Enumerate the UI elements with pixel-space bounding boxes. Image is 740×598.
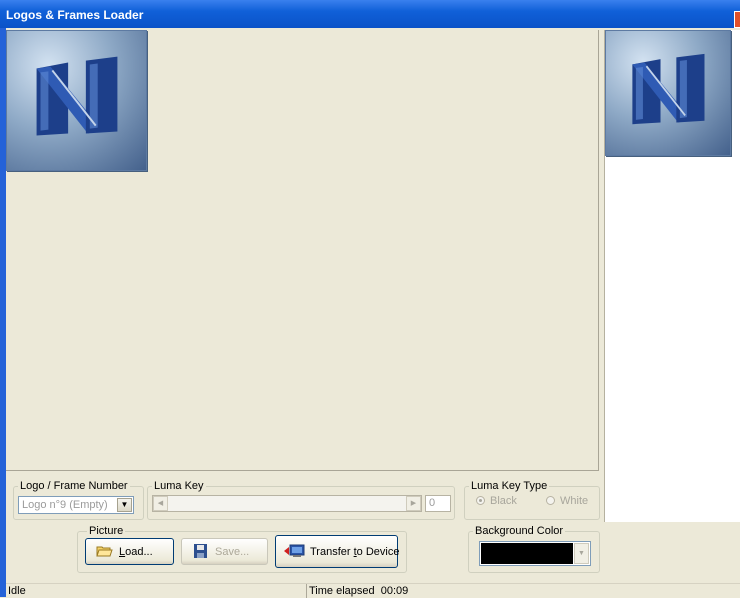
background-color-picker[interactable]: ▼ (479, 541, 591, 566)
background-color-legend: Background Color (475, 525, 564, 537)
logo-canvas (6, 30, 599, 471)
dropdown-arrow-icon[interactable]: ▼ (117, 498, 132, 512)
radio-black[interactable]: Black (476, 495, 517, 507)
save-label: Save... (215, 546, 250, 558)
status-bar: Idle Time elapsed 00:09 (6, 583, 740, 598)
preview-panel (604, 30, 740, 522)
background-color-fill (481, 543, 573, 564)
logo-frame-legend: Logo / Frame Number (20, 480, 128, 492)
status-elapsed: Time elapsed 00:09 (309, 585, 409, 597)
scroll-left-icon[interactable]: ◀ (153, 496, 168, 511)
radio-black-label: Black (490, 495, 517, 507)
radio-white-label: White (560, 495, 589, 507)
close-icon[interactable] (734, 11, 740, 28)
radio-white-dot (546, 496, 555, 505)
logo-frame-select[interactable]: Logo n°9 (Empty) ▼ (18, 496, 134, 514)
radio-black-dot (476, 496, 485, 505)
scroll-right-icon[interactable]: ▶ (406, 496, 421, 511)
picture-legend: Picture (89, 525, 124, 537)
luma-key-legend: Luma Key (154, 480, 204, 492)
luma-key-slider[interactable]: ◀ ▶ (152, 495, 422, 512)
window-title: Logos & Frames Loader (6, 8, 144, 22)
floppy-disk-icon (194, 544, 207, 558)
transfer-label: Transfer to Device (310, 546, 400, 558)
load-label: Load... (119, 546, 153, 558)
dropdown-arrow-icon[interactable]: ▼ (574, 543, 589, 564)
logo-image (6, 30, 147, 171)
transfer-to-device-button[interactable]: Transfer to Device (275, 535, 400, 568)
status-separator (306, 584, 307, 598)
luma-key-type-legend: Luma Key Type (471, 480, 548, 492)
open-folder-icon (96, 546, 113, 557)
load-button[interactable]: Load... (85, 538, 174, 565)
logo-preview-image (605, 30, 731, 156)
status-state: Idle (8, 585, 26, 597)
radio-white[interactable]: White (546, 495, 588, 507)
luma-key-value[interactable]: 0 (425, 495, 451, 512)
transfer-device-icon (284, 544, 305, 557)
save-button[interactable]: Save... (181, 538, 268, 565)
logo-frame-value: Logo n°9 (Empty) (22, 499, 108, 511)
title-bar[interactable]: Logos & Frames Loader (0, 0, 740, 28)
